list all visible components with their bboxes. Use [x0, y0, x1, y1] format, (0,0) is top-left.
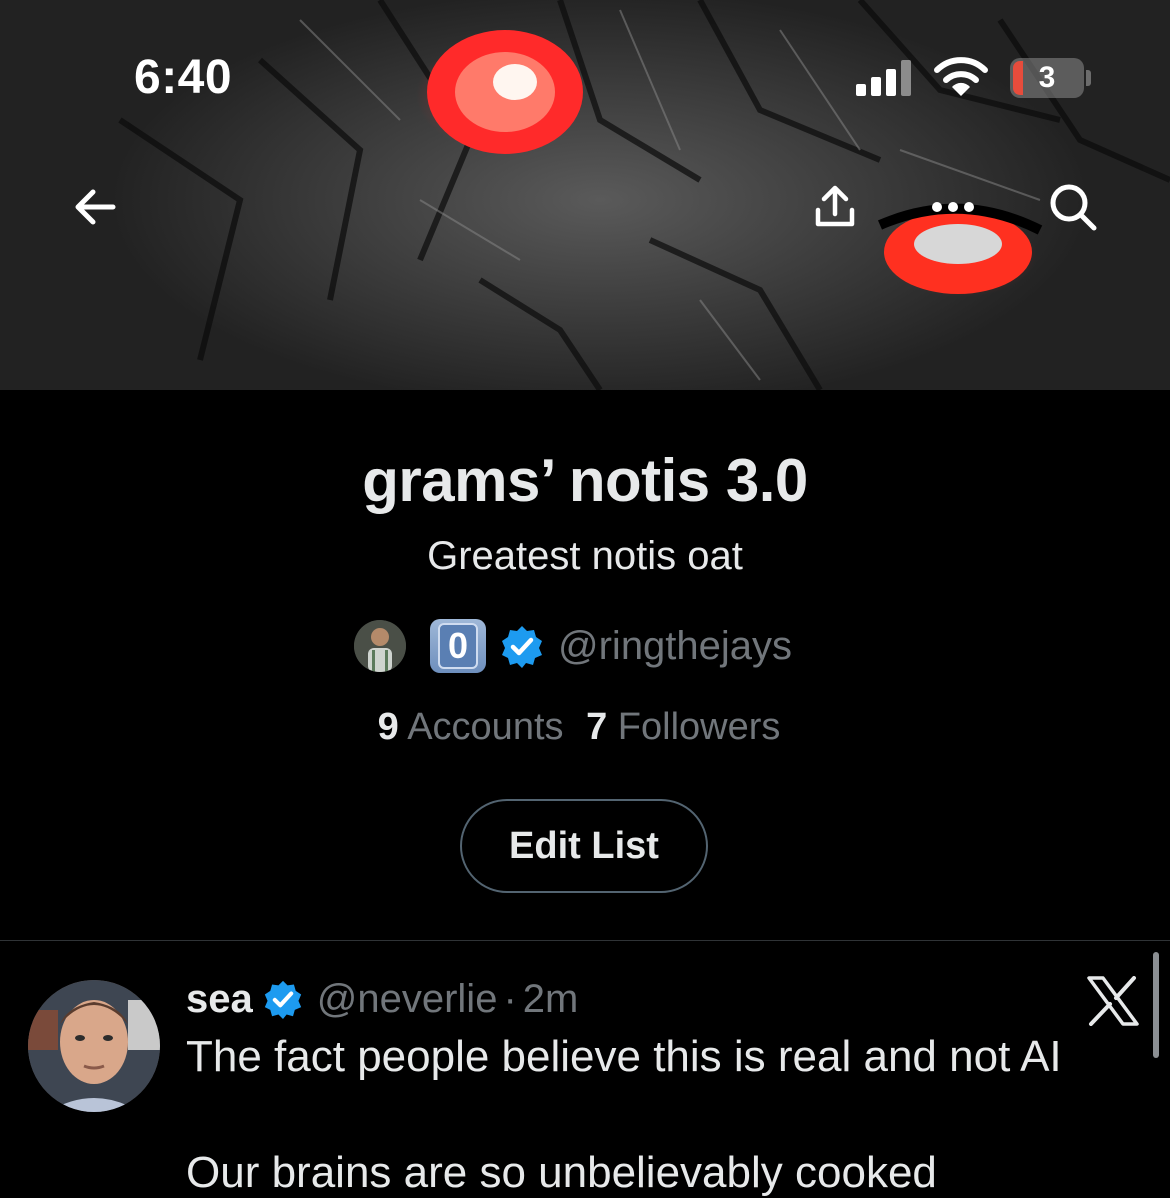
scrollbar[interactable] — [1153, 952, 1159, 1058]
owner-avatar[interactable] — [354, 620, 406, 672]
followers-label: Followers — [617, 706, 781, 748]
tweet-author-avatar[interactable] — [28, 980, 160, 1112]
tweet-text-line: The fact people believe this is real and… — [186, 1032, 1062, 1081]
tweet-header: sea @neverlie · 2m — [186, 974, 578, 1024]
list-description: Greatest notis oat — [427, 534, 743, 578]
followers-count: 7 — [586, 706, 608, 748]
battery-indicator: 3 — [1010, 58, 1084, 98]
edit-list-button[interactable]: Edit List — [460, 799, 708, 893]
tweet-separator: · — [503, 976, 517, 1021]
tweet-author-name[interactable]: sea — [186, 977, 253, 1022]
arrow-left-icon — [75, 189, 116, 225]
verified-badge-icon — [502, 626, 542, 668]
tweet-avatar-image — [28, 980, 160, 1112]
status-time: 6:40 — [134, 51, 233, 104]
battery-cap — [1086, 70, 1091, 86]
more-options-button[interactable] — [920, 174, 986, 240]
owner-avatar-image — [354, 620, 406, 672]
tweet-timestamp[interactable]: 2m — [523, 977, 579, 1022]
verified-badge-icon — [264, 980, 301, 1019]
battery-percent: 3 — [1038, 61, 1056, 94]
cellular-signal-icon — [856, 60, 911, 96]
list-banner: 6:40 3 — [0, 0, 1170, 390]
back-button[interactable] — [62, 174, 128, 240]
more-horizontal-icon — [932, 202, 974, 212]
list-stats: 9 Accounts 7 Followers — [0, 706, 1170, 749]
keycap-zero-emoji: 0 — [430, 619, 486, 673]
list-owner[interactable]: 0 @ringthejays — [354, 618, 792, 674]
followers-stat[interactable]: 7 Followers — [586, 706, 792, 748]
accounts-count: 9 — [377, 706, 399, 748]
wifi-icon — [934, 57, 988, 96]
share-icon — [815, 185, 855, 227]
search-button[interactable] — [1040, 174, 1106, 240]
share-button[interactable] — [802, 174, 868, 240]
accounts-stat[interactable]: 9 Accounts — [378, 706, 586, 748]
search-icon — [1050, 184, 1097, 231]
divider — [0, 940, 1170, 941]
x-logo-icon — [1087, 976, 1139, 1026]
battery-level-icon — [1013, 61, 1023, 95]
tweet-author-handle[interactable]: @neverlie — [317, 977, 498, 1022]
tweet-text-line: Our brains are so unbelievably cooked — [186, 1148, 937, 1197]
owner-handle[interactable]: @ringthejays — [558, 624, 792, 669]
accounts-label: Accounts — [407, 706, 564, 748]
list-title: grams’ notis 3.0 — [362, 447, 808, 514]
